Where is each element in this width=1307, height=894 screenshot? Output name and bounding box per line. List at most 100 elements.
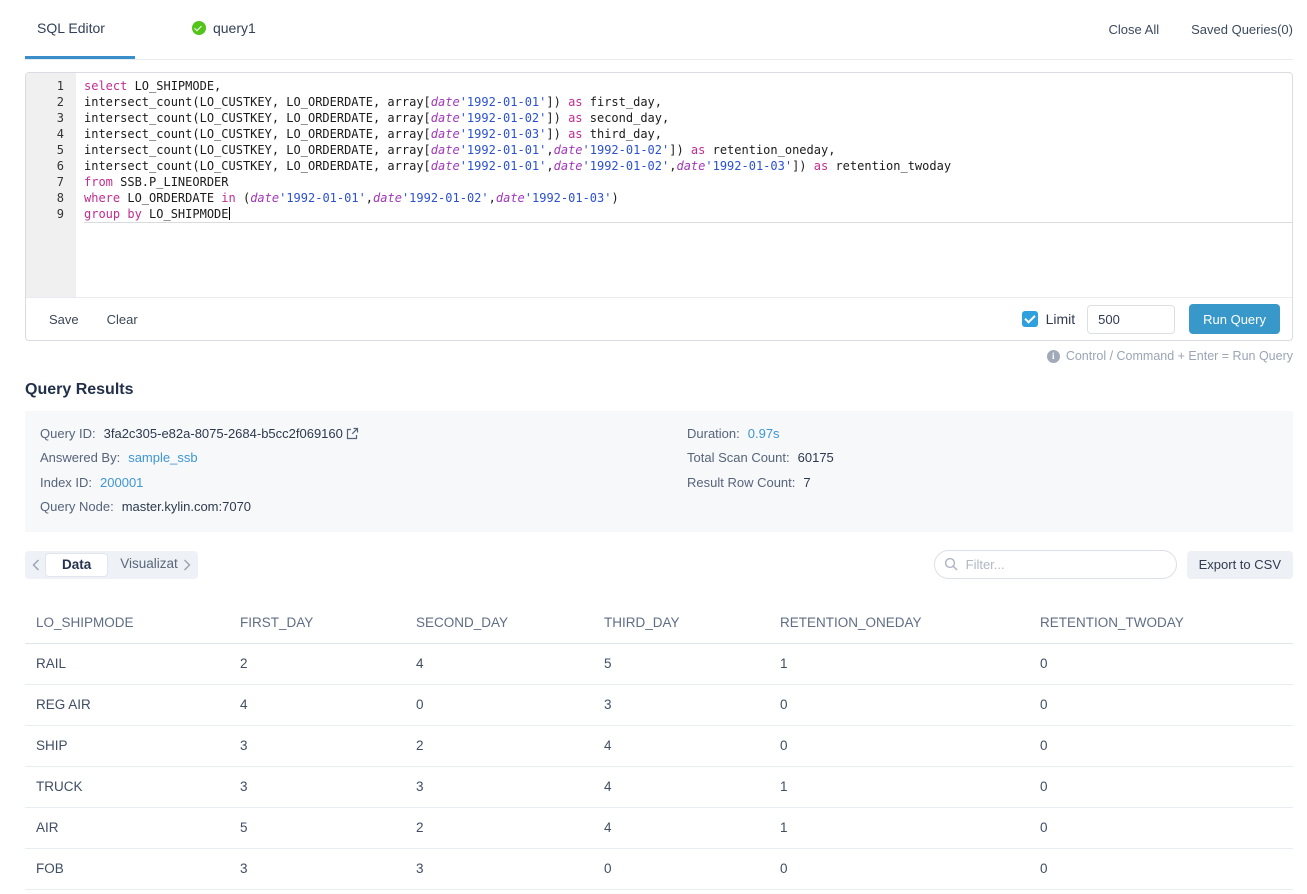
table-cell: AIR bbox=[25, 808, 229, 849]
table-row: SHIP32400 bbox=[25, 726, 1293, 767]
filter-wrap bbox=[934, 550, 1177, 579]
editor-tabbar: SQL Editor query1 Close All Saved Querie… bbox=[25, 0, 1293, 60]
tabbar-actions: Close All Saved Queries(0) bbox=[1109, 0, 1293, 59]
meta-duration: Duration: 0.97s bbox=[687, 421, 1293, 446]
table-header-row: LO_SHIPMODEFIRST_DAYSECOND_DAYTHIRD_DAYR… bbox=[25, 603, 1293, 644]
meta-left-column: Query ID: 3fa2c305-e82a-8075-2684-b5cc2f… bbox=[40, 421, 687, 519]
results-toolbar: Data Visualization Export to CSV bbox=[25, 550, 1293, 579]
sql-code-editor[interactable]: select LO_SHIPMODE,intersect_count(LO_CU… bbox=[76, 73, 1292, 297]
table-cell: 1 bbox=[769, 644, 1029, 685]
chevron-right-icon[interactable] bbox=[178, 551, 196, 579]
meta-right-column: Duration: 0.97s Total Scan Count: 60175 … bbox=[687, 421, 1293, 519]
code-line: from SSB.P_LINEORDER bbox=[84, 174, 1292, 190]
code-line: intersect_count(LO_CUSTKEY, LO_ORDERDATE… bbox=[84, 142, 1292, 158]
tab-sql-editor[interactable]: SQL Editor bbox=[25, 0, 135, 59]
table-row: AIR52410 bbox=[25, 808, 1293, 849]
table-cell: 3 bbox=[229, 726, 405, 767]
query-results-title: Query Results bbox=[25, 381, 1293, 399]
chevron-left-icon[interactable] bbox=[27, 551, 45, 579]
table-row: RAIL24510 bbox=[25, 644, 1293, 685]
table-cell: 3 bbox=[593, 685, 769, 726]
meta-query-node: Query Node: master.kylin.com:7070 bbox=[40, 495, 687, 520]
table-cell: 4 bbox=[593, 767, 769, 808]
limit-label: Limit bbox=[1046, 311, 1076, 327]
table-cell: 2 bbox=[229, 644, 405, 685]
code-line: intersect_count(LO_CUSTKEY, LO_ORDERDATE… bbox=[84, 94, 1292, 110]
query-meta-panel: Query ID: 3fa2c305-e82a-8075-2684-b5cc2f… bbox=[25, 411, 1293, 532]
column-header: RETENTION_TWODAY bbox=[1029, 603, 1293, 644]
shortcut-hint-text: Control / Command + Enter = Run Query bbox=[1066, 349, 1293, 363]
table-cell: 0 bbox=[593, 849, 769, 890]
shortcut-hint: i Control / Command + Enter = Run Query bbox=[25, 349, 1293, 363]
limit-input[interactable] bbox=[1087, 305, 1175, 334]
table-cell: 0 bbox=[769, 849, 1029, 890]
table-cell: 3 bbox=[405, 849, 593, 890]
table-cell: 4 bbox=[593, 808, 769, 849]
table-cell: 0 bbox=[1029, 726, 1293, 767]
filter-input[interactable] bbox=[934, 550, 1177, 579]
table-cell: RAIL bbox=[25, 644, 229, 685]
table-row: REG AIR40300 bbox=[25, 685, 1293, 726]
save-button[interactable]: Save bbox=[49, 312, 79, 327]
tab-data[interactable]: Data bbox=[45, 553, 108, 577]
limit-checkbox[interactable] bbox=[1022, 311, 1038, 327]
saved-queries-button[interactable]: Saved Queries(0) bbox=[1191, 22, 1293, 37]
table-cell: 0 bbox=[1029, 849, 1293, 890]
column-header: SECOND_DAY bbox=[405, 603, 593, 644]
table-cell: 3 bbox=[229, 849, 405, 890]
table-cell: 0 bbox=[1029, 644, 1293, 685]
info-icon: i bbox=[1047, 350, 1060, 363]
view-switcher: Data Visualization bbox=[25, 551, 198, 579]
table-cell: 3 bbox=[405, 767, 593, 808]
table-row: TRUCK33410 bbox=[25, 767, 1293, 808]
column-header: THIRD_DAY bbox=[593, 603, 769, 644]
query-page: SQL Editor query1 Close All Saved Querie… bbox=[0, 0, 1307, 890]
table-cell: 1 bbox=[769, 767, 1029, 808]
code-line: intersect_count(LO_CUSTKEY, LO_ORDERDATE… bbox=[84, 110, 1292, 126]
table-cell: SHIP bbox=[25, 726, 229, 767]
meta-result-row-count: Result Row Count: 7 bbox=[687, 470, 1293, 495]
table-cell: 0 bbox=[1029, 685, 1293, 726]
code-line: intersect_count(LO_CUSTKEY, LO_ORDERDATE… bbox=[84, 158, 1292, 174]
clear-button[interactable]: Clear bbox=[107, 312, 138, 327]
success-check-icon bbox=[192, 21, 206, 35]
search-icon bbox=[944, 557, 958, 576]
table-cell: 4 bbox=[229, 685, 405, 726]
meta-answered-by: Answered By: sample_ssb bbox=[40, 446, 687, 471]
sql-editor-panel: 123456789 select LO_SHIPMODE,intersect_c… bbox=[25, 72, 1293, 341]
table-cell: 0 bbox=[769, 726, 1029, 767]
answered-by-link[interactable]: sample_ssb bbox=[128, 450, 197, 465]
external-link-icon[interactable] bbox=[346, 427, 359, 440]
tab-query1[interactable]: query1 bbox=[180, 0, 268, 59]
table-cell: 0 bbox=[1029, 767, 1293, 808]
editor-footer: Save Clear Limit Run Query bbox=[26, 297, 1292, 340]
run-controls: Limit Run Query bbox=[1022, 304, 1280, 334]
index-id-link[interactable]: 200001 bbox=[100, 475, 143, 490]
meta-index-id: Index ID: 200001 bbox=[40, 470, 687, 495]
sql-editor-area[interactable]: 123456789 select LO_SHIPMODE,intersect_c… bbox=[26, 73, 1292, 297]
table-cell: REG AIR bbox=[25, 685, 229, 726]
tab-sql-editor-label: SQL Editor bbox=[37, 20, 105, 36]
code-line: where LO_ORDERDATE in (date'1992-01-01',… bbox=[84, 190, 1292, 206]
close-all-button[interactable]: Close All bbox=[1109, 22, 1160, 37]
table-cell: FOB bbox=[25, 849, 229, 890]
table-cell: 1 bbox=[769, 808, 1029, 849]
meta-query-id: Query ID: 3fa2c305-e82a-8075-2684-b5cc2f… bbox=[40, 421, 687, 446]
table-cell: 4 bbox=[593, 726, 769, 767]
column-header: RETENTION_ONEDAY bbox=[769, 603, 1029, 644]
text-cursor bbox=[229, 207, 231, 220]
table-cell: 5 bbox=[593, 644, 769, 685]
table-cell: 4 bbox=[405, 644, 593, 685]
tab-visualization[interactable]: Visualization bbox=[108, 553, 178, 577]
column-header: FIRST_DAY bbox=[229, 603, 405, 644]
results-table: LO_SHIPMODEFIRST_DAYSECOND_DAYTHIRD_DAYR… bbox=[25, 603, 1293, 890]
run-query-button[interactable]: Run Query bbox=[1189, 304, 1280, 334]
table-row: FOB33000 bbox=[25, 849, 1293, 890]
tab-query1-label: query1 bbox=[213, 20, 256, 36]
table-cell: 2 bbox=[405, 808, 593, 849]
table-cell: 5 bbox=[229, 808, 405, 849]
code-line: select LO_SHIPMODE, bbox=[84, 78, 1292, 94]
export-csv-button[interactable]: Export to CSV bbox=[1187, 551, 1293, 579]
duration-link[interactable]: 0.97s bbox=[748, 426, 780, 441]
table-cell: 0 bbox=[405, 685, 593, 726]
